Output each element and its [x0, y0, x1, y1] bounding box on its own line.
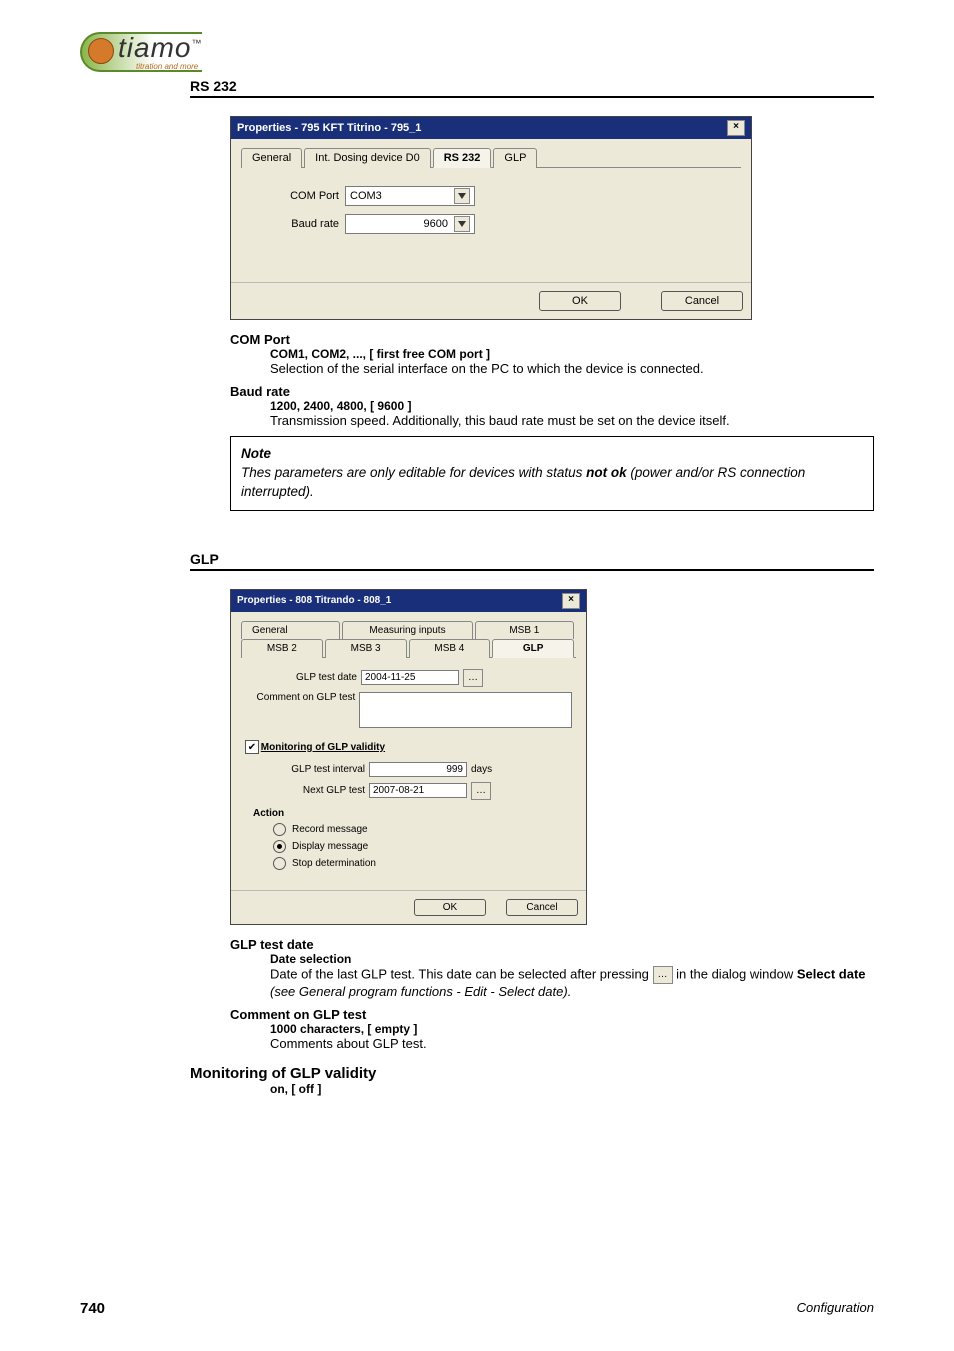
radio-display-label: Display message [292, 841, 368, 852]
tab-measuring-inputs[interactable]: Measuring inputs [342, 621, 472, 639]
tab-general[interactable]: General [241, 148, 302, 168]
logo-tm: ™ [191, 39, 202, 50]
dialog-titlebar: Properties - 795 KFT Titrino - 795_1 × [231, 117, 751, 139]
dialog-title-text: Properties - 795 KFT Titrino - 795_1 [237, 122, 421, 134]
tab-msb3[interactable]: MSB 3 [325, 639, 407, 658]
radio-stop-label: Stop determination [292, 858, 376, 869]
tab-general[interactable]: General [241, 621, 340, 639]
spec-values-baud: 1200, 2400, 4800, [ 9600 ] [270, 399, 874, 413]
spec-values-glp-date: Date selection [270, 952, 874, 966]
note-heading: Note [241, 445, 863, 464]
interval-unit: days [471, 764, 492, 775]
glp-test-date-field[interactable]: 2004-11-25 [361, 670, 459, 685]
bold-text: Select date [797, 966, 866, 981]
section-title-glp: GLP [190, 551, 874, 571]
ok-button[interactable]: OK [414, 899, 486, 916]
chevron-down-icon [454, 216, 470, 232]
spec-title-com-port: COM Port [230, 332, 874, 347]
interval-field[interactable]: 999 [369, 762, 467, 777]
ellipsis-button[interactable]: … [463, 669, 483, 687]
radio-icon [273, 857, 286, 870]
glp-test-date-label: GLP test date [245, 672, 357, 683]
logo-text: tiamo™ [118, 32, 202, 64]
radio-stop-determination[interactable]: Stop determination [273, 857, 572, 870]
section-title-rs232: RS 232 [190, 78, 874, 98]
footer-section: Configuration [797, 1300, 874, 1315]
comment-label: Comment on GLP test [245, 692, 355, 703]
spec-title-baud: Baud rate [230, 384, 874, 399]
text: Date of the last GLP test. This date can… [270, 966, 653, 981]
radio-record-label: Record message [292, 824, 368, 835]
cancel-button[interactable]: Cancel [506, 899, 578, 916]
tab-glp[interactable]: GLP [493, 148, 537, 168]
dialog-title-text: Properties - 808 Titrando - 808_1 [237, 595, 391, 606]
page-number: 740 [80, 1300, 105, 1317]
note-box: Note Thes parameters are only editable f… [230, 436, 874, 511]
spec-onoff: on, [ off ] [270, 1082, 874, 1096]
baud-rate-label: Baud rate [249, 218, 339, 230]
interval-label: GLP test interval [253, 764, 365, 775]
spec-values-com-port: COM1, COM2, ..., [ first free COM port ] [270, 347, 874, 361]
note-text-before: Thes parameters are only editable for de… [241, 465, 586, 480]
tab-msb1[interactable]: MSB 1 [475, 621, 574, 639]
spec-title-comment: Comment on GLP test [230, 1007, 874, 1022]
monitoring-checkbox[interactable]: ✔ [245, 740, 259, 754]
chevron-down-icon [454, 188, 470, 204]
baud-rate-value: 9600 [350, 218, 448, 230]
italic-text: (see General program functions - Edit - … [270, 984, 571, 999]
ellipsis-button[interactable]: … [471, 782, 491, 800]
close-icon[interactable]: × [727, 120, 745, 136]
ellipsis-button-inline[interactable]: … [653, 966, 673, 984]
radio-icon [273, 823, 286, 836]
glp-dialog: Properties - 808 Titrando - 808_1 × Gene… [230, 589, 587, 925]
action-group-label: Action [253, 808, 572, 819]
spec-desc-com-port: Selection of the serial interface on the… [270, 361, 874, 376]
spec-desc-comment: Comments about GLP test. [270, 1036, 874, 1051]
subheading-monitoring: Monitoring of GLP validity [190, 1065, 874, 1082]
spec-title-glp-date: GLP test date [230, 937, 874, 952]
spec-desc-glp-date: Date of the last GLP test. This date can… [270, 966, 874, 999]
spec-values-comment: 1000 characters, [ empty ] [270, 1022, 874, 1036]
tab-rs232[interactable]: RS 232 [433, 148, 492, 168]
logo-sub: titration and more [136, 62, 198, 71]
com-port-select[interactable]: COM3 [345, 186, 475, 206]
ok-button[interactable]: OK [539, 291, 621, 311]
monitoring-label: Monitoring of GLP validity [261, 742, 385, 753]
com-port-value: COM3 [350, 190, 382, 202]
logo: tiamo™ titration and more [80, 24, 240, 74]
radio-icon [273, 840, 286, 853]
next-glp-label: Next GLP test [253, 785, 365, 796]
radio-display-message[interactable]: Display message [273, 840, 572, 853]
logo-word: tiamo [118, 32, 191, 63]
note-bold: not ok [586, 465, 627, 480]
tab-msb2[interactable]: MSB 2 [241, 639, 323, 658]
cancel-button[interactable]: Cancel [661, 291, 743, 311]
rs232-dialog: Properties - 795 KFT Titrino - 795_1 × G… [230, 116, 752, 320]
close-icon[interactable]: × [562, 593, 580, 609]
radio-record-message[interactable]: Record message [273, 823, 572, 836]
next-glp-field[interactable]: 2007-08-21 [369, 783, 467, 798]
tab-int-dosing[interactable]: Int. Dosing device D0 [304, 148, 431, 168]
spec-desc-baud: Transmission speed. Additionally, this b… [270, 413, 874, 428]
dialog-tabs: General Int. Dosing device D0 RS 232 GLP [241, 147, 741, 168]
tab-glp[interactable]: GLP [492, 639, 574, 658]
com-port-label: COM Port [249, 190, 339, 202]
comment-textarea[interactable] [359, 692, 572, 728]
baud-rate-select[interactable]: 9600 [345, 214, 475, 234]
tab-msb4[interactable]: MSB 4 [409, 639, 491, 658]
dialog-titlebar: Properties - 808 Titrando - 808_1 × [231, 590, 586, 612]
text: in the dialog window [676, 966, 797, 981]
logo-ball [88, 38, 114, 64]
